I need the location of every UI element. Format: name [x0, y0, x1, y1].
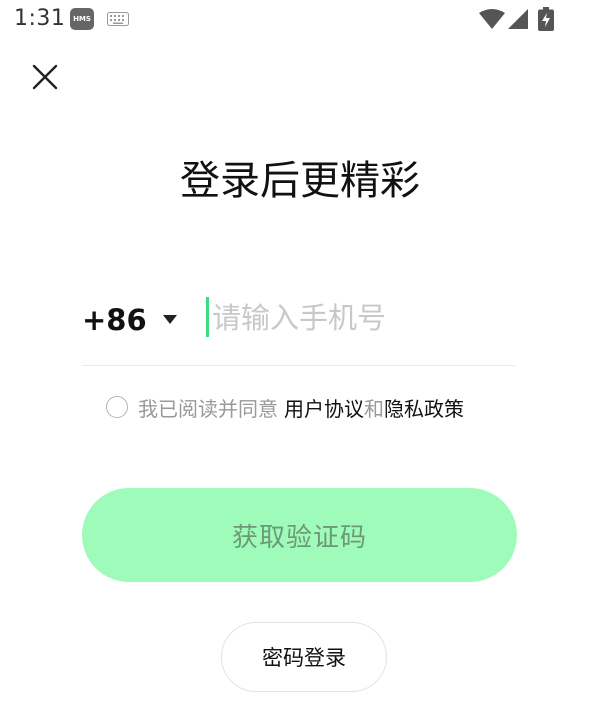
page-title: 登录后更精彩: [180, 158, 420, 204]
agreement-row: 我已阅读并同意 用户协议 和 隐私政策: [106, 392, 464, 422]
user-agreement-link[interactable]: 用户协议: [284, 393, 364, 422]
text-cursor: [206, 297, 209, 337]
password-login-button[interactable]: 密码登录: [221, 622, 387, 692]
phone-row: +86: [82, 290, 516, 366]
country-code-value: +86: [82, 303, 147, 337]
wifi-icon: [479, 9, 505, 29]
caret-down-icon: [162, 315, 177, 324]
agree-radio[interactable]: [106, 396, 128, 418]
status-bar: 1:31 HMS: [0, 0, 600, 40]
battery-charging-icon: [538, 7, 554, 31]
keyboard-icon: [107, 12, 129, 26]
agreement-and: 和: [364, 396, 384, 421]
signal-icon: [508, 9, 528, 29]
country-code-selector[interactable]: +86: [82, 298, 177, 342]
privacy-policy-link[interactable]: 隐私政策: [384, 393, 464, 422]
phone-number-input[interactable]: [212, 296, 502, 340]
agreement-prefix: 我已阅读并同意: [138, 396, 278, 421]
status-time: 1:31: [14, 6, 66, 31]
get-verification-code-button[interactable]: 获取验证码: [82, 488, 517, 582]
close-icon[interactable]: [28, 60, 62, 94]
phone-input-wrapper: [206, 296, 506, 340]
hms-icon: HMS: [70, 8, 94, 30]
